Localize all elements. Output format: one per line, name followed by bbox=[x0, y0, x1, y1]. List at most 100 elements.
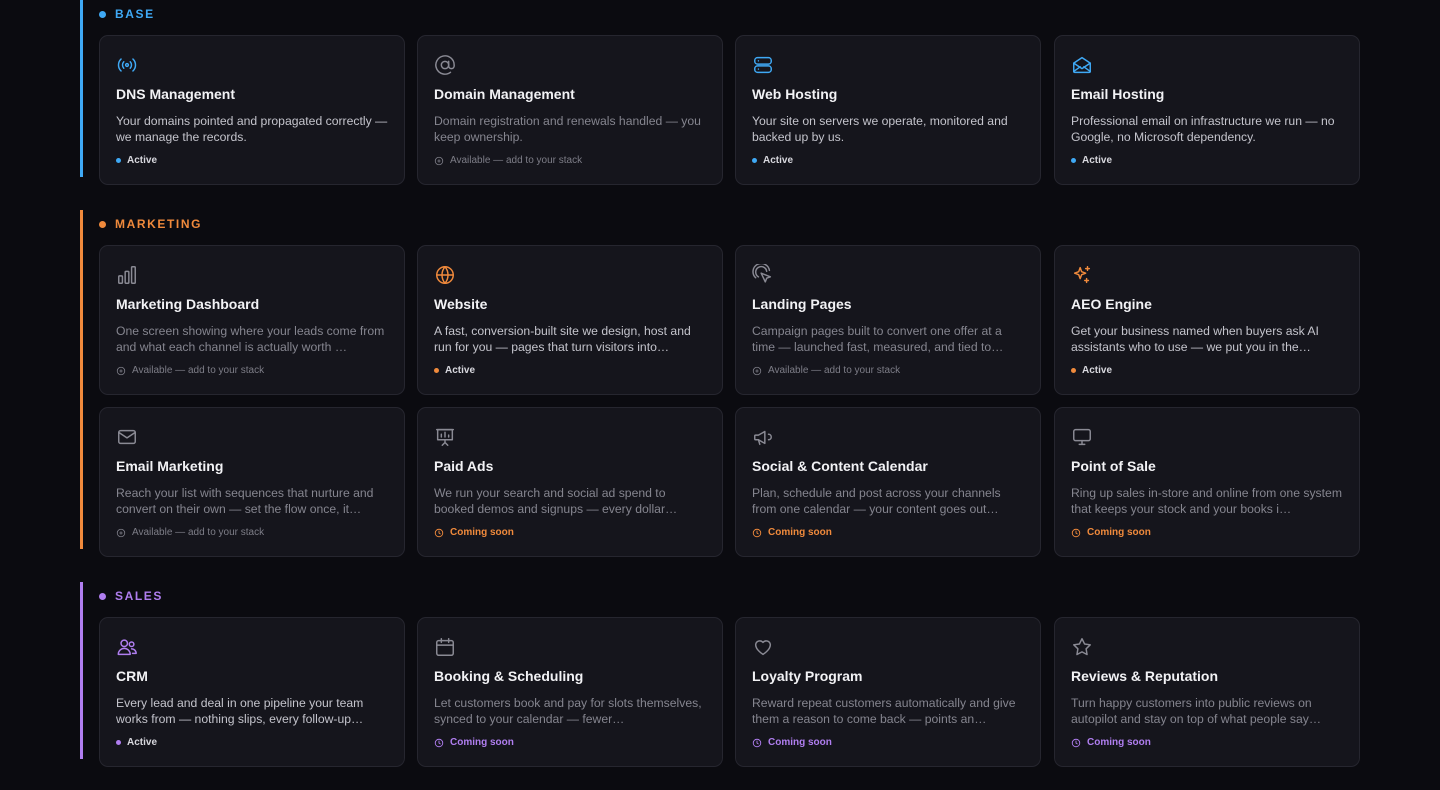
status-badge[interactable]: Available — add to your stack bbox=[116, 365, 264, 376]
card-title: Email Marketing bbox=[116, 458, 224, 474]
mail-icon bbox=[116, 426, 138, 448]
section-dot bbox=[99, 592, 106, 600]
status-label: Coming soon bbox=[768, 737, 832, 748]
status-badge: Active bbox=[434, 365, 475, 376]
service-card[interactable]: DNS Management Your domains pointed and p… bbox=[99, 35, 405, 185]
status-label: Coming soon bbox=[1087, 737, 1151, 748]
service-card[interactable]: Point of Sale Ring up sales in-store and … bbox=[1054, 407, 1360, 557]
service-card[interactable]: Social & Content Calendar Plan, schedule … bbox=[735, 407, 1041, 557]
service-card[interactable]: Paid Ads We run your search and social ad… bbox=[417, 407, 723, 557]
status-label: Available — add to your stack bbox=[768, 365, 901, 376]
section-rail bbox=[80, 210, 83, 549]
clock-icon bbox=[1071, 528, 1081, 538]
status-label: Coming soon bbox=[768, 527, 832, 538]
card-title: Reviews & Reputation bbox=[1071, 668, 1219, 684]
status-label: Available — add to your stack bbox=[132, 527, 265, 538]
status-badge: Coming soon bbox=[1071, 527, 1151, 538]
section-marketing: MARKETING Marketing Dashboard One screen s… bbox=[80, 210, 1370, 557]
status-dot bbox=[434, 368, 439, 373]
clock-icon bbox=[434, 528, 444, 538]
status-label: Available — add to your stack bbox=[132, 365, 265, 376]
service-card[interactable]: Booking & Scheduling Let customers book a… bbox=[417, 617, 723, 767]
status-label: Coming soon bbox=[450, 737, 514, 748]
status-label: Coming soon bbox=[450, 527, 514, 538]
status-dot bbox=[1071, 158, 1076, 163]
card-description: Ring up sales in-store and online from o… bbox=[1071, 486, 1342, 516]
clock-icon bbox=[1071, 738, 1081, 748]
status-badge: Active bbox=[116, 155, 157, 166]
card-title: Web Hosting bbox=[752, 86, 838, 102]
status-badge[interactable]: Available — add to your stack bbox=[116, 527, 264, 538]
heart-icon bbox=[752, 636, 774, 658]
status-badge: Coming soon bbox=[1071, 737, 1151, 748]
status-badge: Active bbox=[1071, 365, 1112, 376]
card-title: DNS Management bbox=[116, 86, 236, 102]
card-description: Your domains pointed and propagated corr… bbox=[116, 114, 388, 144]
section-title: MARKETING bbox=[115, 217, 203, 231]
card-title: Loyalty Program bbox=[752, 668, 863, 684]
status-badge: Active bbox=[1071, 155, 1112, 166]
status-badge[interactable]: Available — add to your stack bbox=[434, 155, 582, 166]
status-badge[interactable]: Available — add to your stack bbox=[752, 365, 900, 376]
status-badge: Active bbox=[752, 155, 793, 166]
megaphone-icon bbox=[752, 426, 774, 448]
status-badge: Coming soon bbox=[434, 737, 514, 748]
clock-icon bbox=[752, 738, 762, 748]
service-card[interactable]: Website A fast, conversion-built site we … bbox=[417, 245, 723, 395]
mail-open-icon bbox=[1071, 54, 1093, 76]
status-label: Coming soon bbox=[1087, 527, 1151, 538]
service-card[interactable]: CRM Every lead and deal in one pipeline y… bbox=[99, 617, 405, 767]
card-description: Plan, schedule and post across your chan… bbox=[752, 486, 1001, 516]
status-dot bbox=[116, 158, 121, 163]
status-dot bbox=[752, 158, 757, 163]
card-title: Paid Ads bbox=[434, 458, 494, 474]
status-dot bbox=[116, 740, 121, 745]
status-badge: Coming soon bbox=[752, 527, 832, 538]
section-title: BASE bbox=[115, 7, 155, 21]
service-card[interactable]: Loyalty Program Reward repeat customers a… bbox=[735, 617, 1041, 767]
card-description: Reward repeat customers automatically an… bbox=[752, 696, 1016, 726]
section-dot bbox=[99, 10, 106, 18]
section-rail bbox=[80, 0, 83, 177]
service-card[interactable]: Marketing Dashboard One screen showing wh… bbox=[99, 245, 405, 395]
service-card[interactable]: AEO Engine Get your business named when b… bbox=[1054, 245, 1360, 395]
status-label: Available — add to your stack bbox=[450, 155, 583, 166]
service-card[interactable]: Email Hosting Professional email on infra… bbox=[1054, 35, 1360, 185]
card-title: Email Hosting bbox=[1071, 86, 1165, 102]
service-card[interactable]: Landing Pages Campaign pages built to con… bbox=[735, 245, 1041, 395]
card-description: Every lead and deal in one pipeline your… bbox=[116, 696, 364, 726]
plus-circle-icon bbox=[434, 156, 444, 166]
card-description: Campaign pages built to convert one offe… bbox=[752, 324, 1004, 354]
server-icon bbox=[752, 54, 774, 76]
users-icon bbox=[116, 636, 138, 658]
bar-chart-icon bbox=[116, 264, 138, 286]
card-description: Your site on servers we operate, monitor… bbox=[752, 114, 1008, 144]
status-badge: Active bbox=[116, 737, 157, 748]
section-header: MARKETING bbox=[99, 217, 202, 231]
star-icon bbox=[1071, 636, 1093, 658]
service-card[interactable]: Reviews & Reputation Turn happy customers… bbox=[1054, 617, 1360, 767]
broadcast-icon bbox=[116, 54, 138, 76]
card-description: Let customers book and pay for slots the… bbox=[434, 696, 702, 726]
status-label: Active bbox=[1082, 365, 1113, 376]
card-title: Booking & Scheduling bbox=[434, 668, 584, 684]
card-title: Website bbox=[434, 296, 488, 312]
service-card[interactable]: Domain Management Domain registration and… bbox=[417, 35, 723, 185]
plus-circle-icon bbox=[752, 366, 762, 376]
card-description: Professional email on infrastructure we … bbox=[1071, 114, 1335, 144]
globe-icon bbox=[434, 264, 456, 286]
card-description: One screen showing where your leads come… bbox=[116, 324, 385, 354]
service-card[interactable]: Web Hosting Your site on servers we opera… bbox=[735, 35, 1041, 185]
plus-circle-icon bbox=[116, 528, 126, 538]
plus-circle-icon bbox=[116, 366, 126, 376]
status-label: Active bbox=[127, 155, 158, 166]
at-sign-icon bbox=[434, 54, 456, 76]
status-badge: Coming soon bbox=[752, 737, 832, 748]
status-label: Active bbox=[127, 737, 158, 748]
card-title: Point of Sale bbox=[1071, 458, 1156, 474]
section-title: SALES bbox=[115, 589, 164, 603]
service-card[interactable]: Email Marketing Reach your list with sequ… bbox=[99, 407, 405, 557]
card-description: Reach your list with sequences that nurt… bbox=[116, 486, 374, 516]
status-label: Active bbox=[1082, 155, 1113, 166]
section-header: BASE bbox=[99, 7, 155, 21]
